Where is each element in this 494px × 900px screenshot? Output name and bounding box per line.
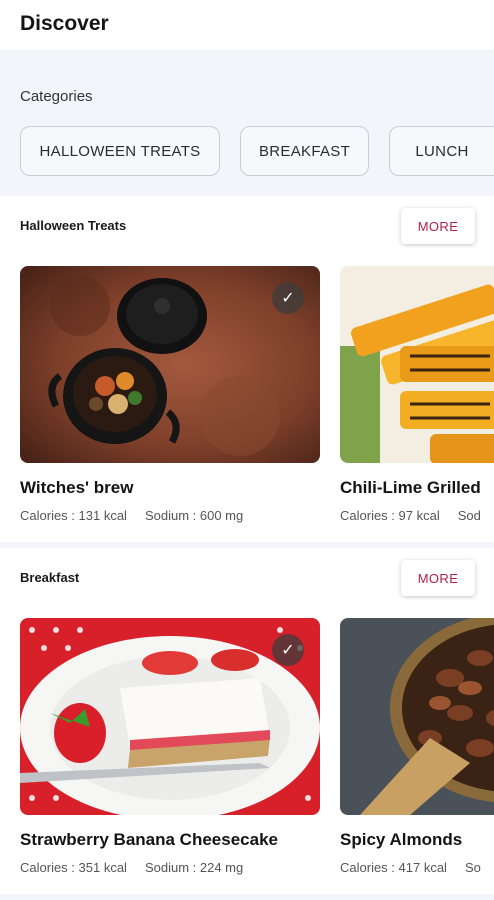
recipe-carousel[interactable]: ✓ Witches' brew Calories : 131 kcal Sodiu… <box>0 266 494 536</box>
section-breakfast: Breakfast MORE ✓ Strawberry Banana Chees… <box>0 548 494 894</box>
recipe-image-grilled-pineapple <box>340 266 494 463</box>
calories-value: Calories : 417 kcal <box>340 860 447 875</box>
recipe-image-cheesecake: ✓ <box>20 618 320 815</box>
recipe-title: Witches' brew <box>20 478 134 497</box>
recipe-carousel[interactable]: ✓ Strawberry Banana Cheesecake Calories … <box>0 618 494 888</box>
sodium-value: Sodium : 600 mg <box>144 508 244 523</box>
more-button[interactable]: MORE <box>401 560 475 596</box>
section-halloween-treats: Halloween Treats MORE ✓ Witches' brew Ca… <box>0 196 494 542</box>
sodium-value: Sod <box>457 508 481 523</box>
recipe-card[interactable]: Spicy Almonds Calories : 417 kcal So <box>340 618 494 875</box>
category-chip-lunch[interactable]: LUNCH <box>389 126 494 176</box>
recipe-nutrition: Calories : 351 kcal Sodium : 224 mg <box>20 860 243 875</box>
app-bar: Discover <box>0 0 494 50</box>
category-chip-list[interactable]: HALLOWEEN TREATS BREAKFAST LUNCH <box>20 126 494 176</box>
recipe-card[interactable]: ✓ Witches' brew Calories : 131 kcal Sodiu… <box>20 266 320 523</box>
calories-value: Calories : 97 kcal <box>340 508 440 523</box>
calories-value: Calories : 351 kcal <box>20 860 127 875</box>
recipe-nutrition: Calories : 417 kcal So <box>340 860 481 875</box>
sodium-value: Sodium : 224 mg <box>144 860 244 875</box>
calories-value: Calories : 131 kcal <box>20 508 127 523</box>
recipe-title: Strawberry Banana Cheesecake <box>20 830 278 849</box>
section-title: Breakfast <box>20 570 80 585</box>
page-title: Discover <box>20 12 109 35</box>
categories-label: Categories <box>20 88 93 105</box>
categories-panel: Categories HALLOWEEN TREATS BREAKFAST LU… <box>0 50 494 196</box>
recipe-title: Chili-Lime Grilled <box>340 478 481 497</box>
sodium-value: So <box>464 860 481 875</box>
section-title: Halloween Treats <box>20 218 127 233</box>
saved-check-icon[interactable]: ✓ <box>272 282 304 314</box>
recipe-card[interactable]: ✓ Strawberry Banana Cheesecake Calories … <box>20 618 320 875</box>
recipe-image-pot-stew: ✓ <box>20 266 320 463</box>
saved-check-icon[interactable]: ✓ <box>272 634 304 666</box>
category-chip-halloween-treats[interactable]: HALLOWEEN TREATS <box>20 126 220 176</box>
category-chip-breakfast[interactable]: BREAKFAST <box>240 126 369 176</box>
more-button[interactable]: MORE <box>401 208 475 244</box>
recipe-image-almonds <box>340 618 494 815</box>
recipe-card[interactable]: Chili-Lime Grilled Calories : 97 kcal Sod <box>340 266 494 523</box>
recipe-title: Spicy Almonds <box>340 830 463 849</box>
recipe-nutrition: Calories : 131 kcal Sodium : 600 mg <box>20 508 243 523</box>
recipe-nutrition: Calories : 97 kcal Sod <box>340 508 481 523</box>
